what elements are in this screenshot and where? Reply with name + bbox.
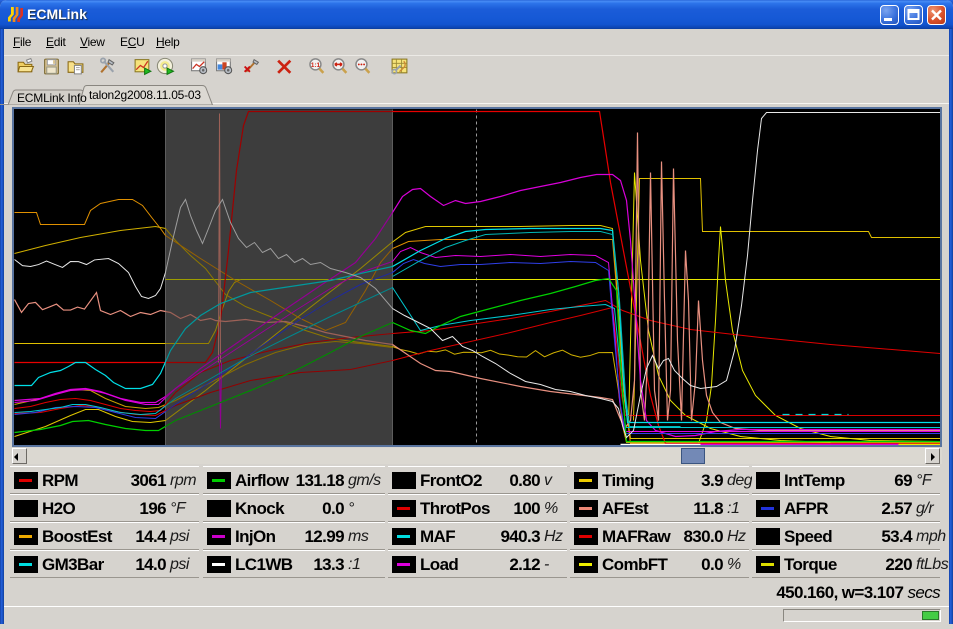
svg-text:1:1: 1:1 <box>311 62 321 69</box>
